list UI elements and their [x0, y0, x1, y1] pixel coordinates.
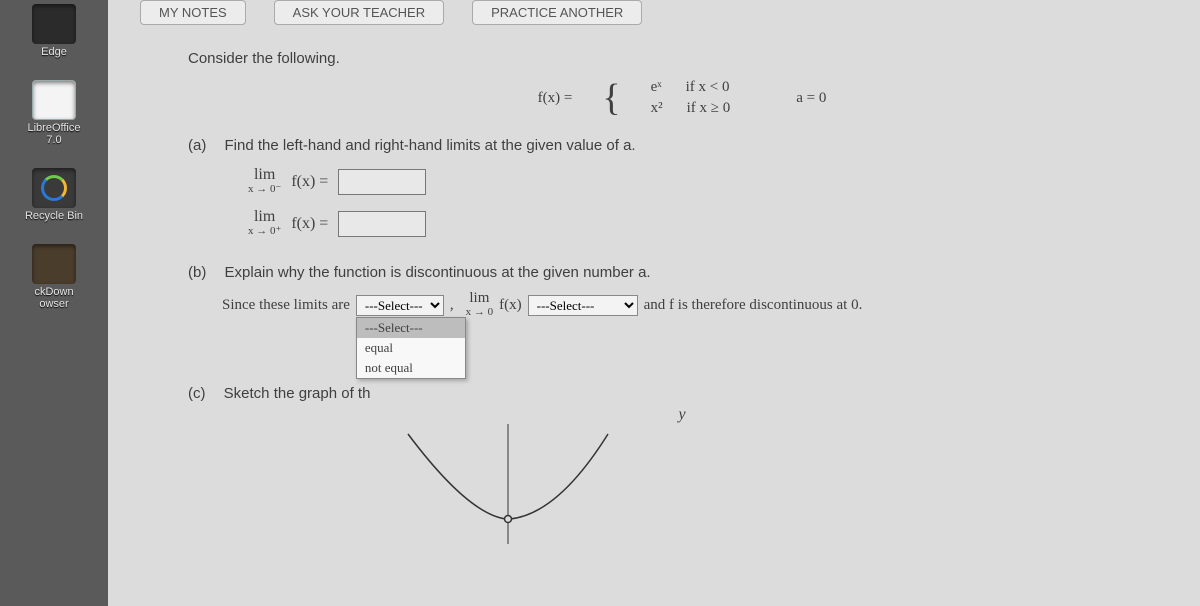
piece-r1a: eˣ	[651, 79, 662, 96]
lim2-sub: x → 0⁺	[248, 224, 281, 238]
sentence-sub: x → 0	[466, 305, 494, 319]
a-value: a = 0	[796, 90, 826, 107]
kdown-icon	[32, 244, 76, 284]
piecewise-definition: f(x) = { eˣ if x < 0 x² if x ≥ 0 a = 0	[188, 79, 1176, 117]
recycle-bin-label: Recycle Bin	[25, 210, 83, 222]
fx-label: f(x) =	[538, 90, 573, 107]
part-c-text: Sketch the graph of th	[224, 385, 371, 402]
part-a-tag: (a)	[188, 137, 206, 154]
limits-relation-select-wrapper: ---Select--- ---Select--- equal not equa…	[356, 295, 444, 316]
sentence-p1: Since these limits are	[222, 297, 350, 314]
part-b-line: (b) Explain why the function is disconti…	[188, 264, 1176, 281]
limit-right-input[interactable]	[338, 211, 426, 237]
part-c-tag: (c)	[188, 385, 206, 402]
piece-r2a: x²	[651, 100, 663, 117]
my-notes-button[interactable]: MY NOTES	[140, 0, 246, 25]
limit-left-input[interactable]	[338, 169, 426, 195]
desktop-icon-libreoffice[interactable]: LibreOffice 7.0	[9, 80, 99, 146]
part-c-line: (c) Sketch the graph of th	[188, 385, 1176, 402]
libreoffice-label: LibreOffice 7.0	[28, 122, 81, 146]
lim2-lim: lim	[254, 210, 275, 224]
brace-icon: {	[602, 83, 620, 113]
prompt-text: Consider the following.	[188, 50, 1176, 67]
sentence-row: Since these limits are ---Select--- ---S…	[222, 291, 1176, 319]
desktop-icon-recycle-bin[interactable]: Recycle Bin	[9, 168, 99, 222]
desktop-icon-edge[interactable]: Edge	[9, 4, 99, 58]
practice-another-button[interactable]: PRACTICE ANOTHER	[472, 0, 642, 25]
piece-r1b: if x < 0	[686, 79, 730, 96]
desktop-icon-kdown[interactable]: ckDown owser	[9, 244, 99, 310]
limit-exists-select[interactable]: ---Select---	[528, 295, 638, 316]
kdown-label: ckDown owser	[34, 286, 73, 310]
limits-relation-dropdown: ---Select--- equal not equal	[356, 317, 466, 379]
part-b-tag: (b)	[188, 264, 206, 281]
lim2-fx: f(x) =	[291, 215, 328, 233]
sentence-lim: lim	[469, 291, 489, 305]
libreoffice-icon	[32, 80, 76, 120]
lim1-sub: x → 0⁻	[248, 182, 281, 196]
dropdown-option-select[interactable]: ---Select---	[357, 318, 465, 338]
part-a-text: Find the left-hand and right-hand limits…	[225, 137, 636, 154]
recycle-bin-icon	[32, 168, 76, 208]
part-b-text: Explain why the function is discontinuou…	[225, 264, 651, 281]
lim1-fx: f(x) =	[291, 173, 328, 191]
dropdown-option-equal[interactable]: equal	[357, 338, 465, 358]
ask-teacher-button[interactable]: ASK YOUR TEACHER	[274, 0, 444, 25]
sentence-comma: ,	[450, 297, 454, 314]
axis-y-label: y	[188, 406, 1176, 424]
lim1-lim: lim	[254, 168, 275, 182]
dropdown-option-not-equal[interactable]: not equal	[357, 358, 465, 378]
left-curve-icon	[408, 434, 506, 519]
desktop-icons-column: Edge LibreOffice 7.0 Recycle Bin ckDown …	[0, 0, 108, 606]
edge-icon	[32, 4, 76, 44]
limit-left-row: lim x → 0⁻ f(x) =	[248, 168, 1176, 196]
edge-label: Edge	[41, 46, 67, 58]
sentence-fx: f(x)	[499, 297, 522, 314]
open-point-icon	[505, 516, 512, 523]
sentence-p2: and f is therefore discontinuous at 0.	[644, 297, 863, 314]
piece-r2b: if x ≥ 0	[687, 100, 731, 117]
top-button-bar: MY NOTES ASK YOUR TEACHER PRACTICE ANOTH…	[140, 0, 1176, 32]
limit-right-row: lim x → 0⁺ f(x) =	[248, 210, 1176, 238]
sketch-plot	[348, 424, 668, 544]
limits-relation-select[interactable]: ---Select---	[356, 295, 444, 316]
part-a-line: (a) Find the left-hand and right-hand li…	[188, 137, 1176, 154]
right-curve-icon	[510, 434, 608, 519]
content-sheet: MY NOTES ASK YOUR TEACHER PRACTICE ANOTH…	[108, 0, 1200, 606]
